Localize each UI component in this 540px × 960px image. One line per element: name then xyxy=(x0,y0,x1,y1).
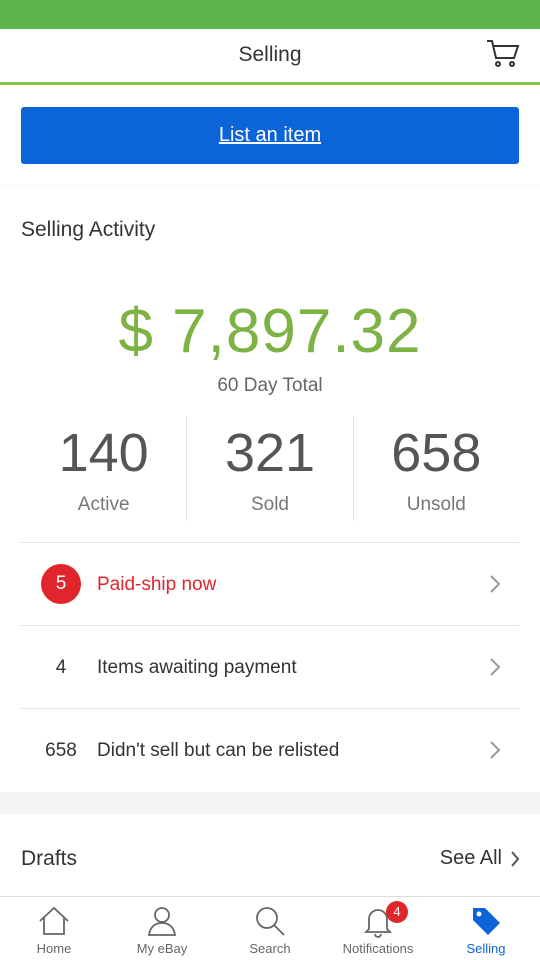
stat-value: 321 xyxy=(224,423,316,483)
stat-value: 140 xyxy=(58,423,149,483)
chevron-right-icon xyxy=(511,851,520,867)
tab-bar: Home My eBay Search 4 Notifications Sell… xyxy=(0,896,540,960)
see-all-link[interactable]: See All xyxy=(440,847,520,870)
stat-value: 658 xyxy=(391,423,482,483)
row-relist[interactable]: 658 Didn't sell but can be relisted xyxy=(21,708,519,791)
drafts-title: Drafts xyxy=(21,847,78,870)
row-count: 658 xyxy=(45,740,77,761)
list-item-section: List an item xyxy=(0,85,540,185)
row-paid-ship-now[interactable]: 5 Paid-ship now xyxy=(21,542,519,625)
tab-label: Selling xyxy=(466,941,506,956)
chevron-right-icon xyxy=(490,741,501,759)
page-title: Selling xyxy=(238,43,302,66)
stat-sold[interactable]: 321 Sold xyxy=(186,416,352,521)
stat-label: Sold xyxy=(250,494,289,515)
person-icon xyxy=(147,907,177,936)
tab-home[interactable]: Home xyxy=(0,897,108,960)
tab-search[interactable]: Search xyxy=(216,897,324,960)
stat-unsold[interactable]: 658 Unsold xyxy=(352,416,519,521)
selling-activity-card: Selling Activity $ 7,897.32 60 Day Total… xyxy=(0,186,540,792)
row-label: Paid-ship now xyxy=(97,574,217,595)
row-awaiting-payment[interactable]: 4 Items awaiting payment xyxy=(21,625,519,708)
chevron-right-icon xyxy=(490,658,501,676)
tag-icon xyxy=(473,908,500,935)
tab-notifications[interactable]: 4 Notifications xyxy=(324,897,432,960)
row-label: Items awaiting payment xyxy=(97,657,297,678)
search-icon xyxy=(256,907,285,936)
stat-label: Active xyxy=(77,494,130,515)
tab-label: Home xyxy=(36,941,72,956)
notification-count-badge: 4 xyxy=(386,901,408,923)
tab-label: My eBay xyxy=(136,941,188,956)
stat-label: Unsold xyxy=(406,494,466,515)
see-all-label: See All xyxy=(439,847,502,869)
tab-selling[interactable]: Selling xyxy=(432,897,540,960)
total-amount: $ 7,897.32 xyxy=(118,297,422,366)
status-bar xyxy=(0,0,540,29)
alert-count-badge: 5 xyxy=(41,564,81,604)
row-label: Didn't sell but can be relisted xyxy=(97,740,340,761)
list-an-item-button[interactable]: List an item xyxy=(21,107,519,164)
drafts-section: Drafts See All xyxy=(0,814,540,896)
row-count: 4 xyxy=(55,657,67,678)
stats-row: 140 Active 321 Sold 658 Unsold xyxy=(21,416,519,521)
nav-bar: Selling xyxy=(0,29,540,85)
tab-label: Search xyxy=(249,941,291,956)
total-label: 60 Day Total xyxy=(217,375,323,396)
home-icon xyxy=(39,906,69,935)
chevron-right-icon xyxy=(490,575,501,593)
tab-my-ebay[interactable]: My eBay xyxy=(108,897,216,960)
stat-active[interactable]: 140 Active xyxy=(21,416,186,521)
cart-icon[interactable] xyxy=(486,39,520,69)
activity-list: 5 Paid-ship now 4 Items awaiting payment… xyxy=(21,542,519,791)
tab-label: Notifications xyxy=(342,941,414,956)
selling-activity-title: Selling Activity xyxy=(21,218,156,241)
